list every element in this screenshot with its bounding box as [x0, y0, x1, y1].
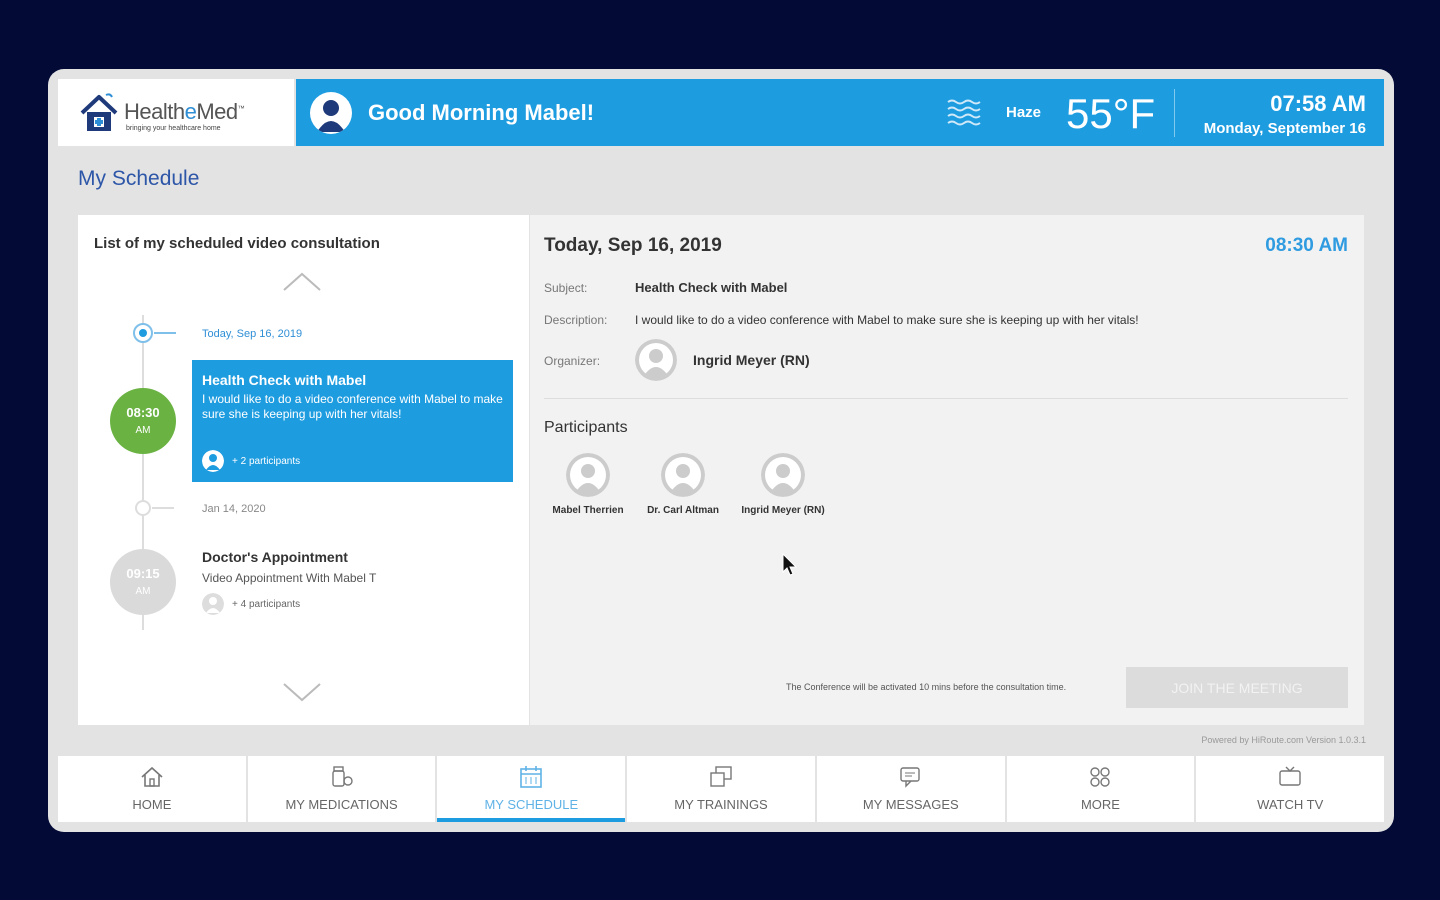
join-meeting-button[interactable]: JOIN THE MEETING [1126, 667, 1348, 708]
page-title: My Schedule [78, 167, 200, 190]
schedule-card[interactable]: Doctor's Appointment Video Appointment W… [192, 545, 513, 625]
organizer-name: Ingrid Meyer (RN) [693, 352, 810, 368]
brand-name: HealtheMed™ [124, 99, 245, 124]
header-divider [1174, 89, 1175, 137]
subject-value: Health Check with Mabel [635, 280, 788, 295]
timeline-node-active [133, 323, 153, 343]
schedule-date-label: Jan 14, 2020 [202, 503, 266, 515]
chevron-down-icon[interactable] [281, 681, 323, 703]
organizer-label: Organizer: [544, 354, 601, 368]
participant-name: Ingrid Meyer (RN) [741, 505, 825, 516]
participant-avatar-icon [661, 453, 705, 497]
schedule-card-title: Health Check with Mabel [202, 372, 367, 388]
header-bar: Good Morning Mabel! Haze 55°F 07:58 AM M… [296, 79, 1384, 146]
participant-name: Mabel Therrien [552, 505, 624, 516]
house-logo-icon [80, 93, 118, 131]
calendar-icon [520, 766, 543, 788]
participant: Mabel Therrien [540, 453, 636, 516]
clock-date: Monday, September 16 [1203, 120, 1366, 137]
consultation-detail-panel: Today, Sep 16, 2019 08:30 AM Subject: He… [530, 215, 1364, 725]
nav-label: MY TRAININGS [674, 797, 768, 812]
timeline-node [135, 500, 151, 516]
bottom-nav: HOME MY MEDICATIONS MY SCHEDULE MY TRAIN… [58, 756, 1385, 822]
participant-avatar-icon [202, 450, 224, 472]
participant: Dr. Carl Altman [635, 453, 731, 516]
schedule-card-description: I would like to do a video conference wi… [202, 392, 503, 421]
brand-tagline: bringing your healthcare home [126, 125, 221, 132]
subject-label: Subject: [544, 281, 588, 295]
grid-icon [1090, 767, 1111, 787]
tv-icon [1279, 766, 1301, 786]
participant-avatar-icon [761, 453, 805, 497]
nav-label: MORE [1080, 797, 1120, 812]
participant-name: Dr. Carl Altman [647, 505, 719, 516]
description-label: Description: [544, 313, 608, 327]
schedule-date-label: Today, Sep 16, 2019 [202, 328, 303, 340]
nav-watch-tv[interactable]: WATCH TV [1196, 756, 1385, 822]
medications-icon [331, 766, 353, 787]
schedule-card-title: Doctor's Appointment [202, 549, 348, 565]
nav-my-schedule[interactable]: MY SCHEDULE [437, 756, 626, 822]
user-icon [635, 339, 677, 381]
timeline-connector [154, 332, 176, 334]
nav-label: HOME [132, 797, 172, 812]
schedule-list-panel: List of my scheduled video consultation … [78, 215, 529, 725]
description-value: I would like to do a video conference wi… [635, 313, 1139, 327]
schedule-card-participants: + 2 participants [202, 450, 300, 472]
chevron-up-icon[interactable] [281, 271, 323, 293]
brand-logo: HealtheMed™ bringing your healthcare hom… [58, 79, 294, 146]
participant-avatar-icon [202, 593, 224, 615]
temperature: 55°F [1066, 90, 1156, 137]
nav-label: MY MEDICATIONS [285, 797, 398, 812]
clock-time: 07:58 AM [1270, 91, 1366, 116]
schedule-list-title: List of my scheduled video consultation [94, 235, 380, 252]
greeting-text: Good Morning Mabel! [368, 100, 595, 125]
mouse-cursor-icon [782, 553, 798, 576]
app-window: HealtheMed™ bringing your healthcare hom… [48, 69, 1394, 832]
messages-icon [900, 767, 920, 788]
schedule-card-selected[interactable]: Health Check with Mabel I would like to … [192, 360, 513, 482]
participants-title: Participants [544, 419, 628, 436]
haze-icon [947, 99, 981, 126]
nav-my-trainings[interactable]: MY TRAININGS [627, 756, 815, 822]
timeline-connector [152, 507, 174, 509]
time-badge: 09:15 AM [110, 549, 176, 615]
participant: Ingrid Meyer (RN) [735, 453, 831, 516]
nav-my-medications[interactable]: MY MEDICATIONS [247, 756, 436, 822]
home-icon [141, 766, 163, 787]
schedule-card-participants: + 4 participants [202, 593, 503, 615]
powered-by-text: Powered by HiRoute.com Version 1.0.3.1 [1201, 735, 1366, 745]
nav-my-messages[interactable]: MY MESSAGES [816, 756, 1005, 822]
nav-home[interactable]: HOME [58, 756, 246, 822]
divider [544, 398, 1348, 399]
time-badge: 08:30 AM [110, 388, 176, 454]
detail-time: 08:30 AM [1265, 235, 1348, 256]
trainings-icon [710, 766, 732, 787]
nav-label: MY SCHEDULE [484, 797, 579, 812]
user-icon [317, 100, 345, 132]
user-avatar[interactable] [310, 92, 352, 134]
schedule-card-description: Video Appointment With Mabel T [202, 571, 377, 585]
weather-description: Haze [1006, 104, 1042, 121]
organizer-avatar [635, 339, 677, 381]
detail-date: Today, Sep 16, 2019 [544, 235, 722, 256]
nav-label: WATCH TV [1257, 797, 1324, 812]
nav-more[interactable]: MORE [1006, 756, 1195, 822]
participant-avatar-icon [566, 453, 610, 497]
activation-note: The Conference will be activated 10 mins… [786, 682, 1067, 692]
nav-label: MY MESSAGES [862, 797, 959, 812]
